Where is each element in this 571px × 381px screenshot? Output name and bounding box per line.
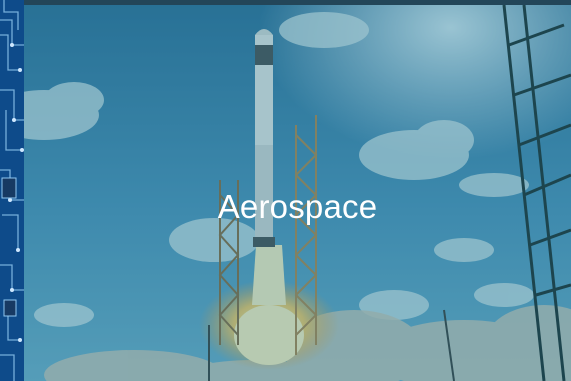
category-grid: Aerospace — [0, 0, 571, 381]
circuit-board-image — [0, 0, 24, 381]
circuit-board-tile[interactable] — [0, 0, 24, 381]
aerospace-category-card[interactable]: Aerospace — [24, 5, 571, 381]
category-title: Aerospace — [217, 188, 378, 225]
